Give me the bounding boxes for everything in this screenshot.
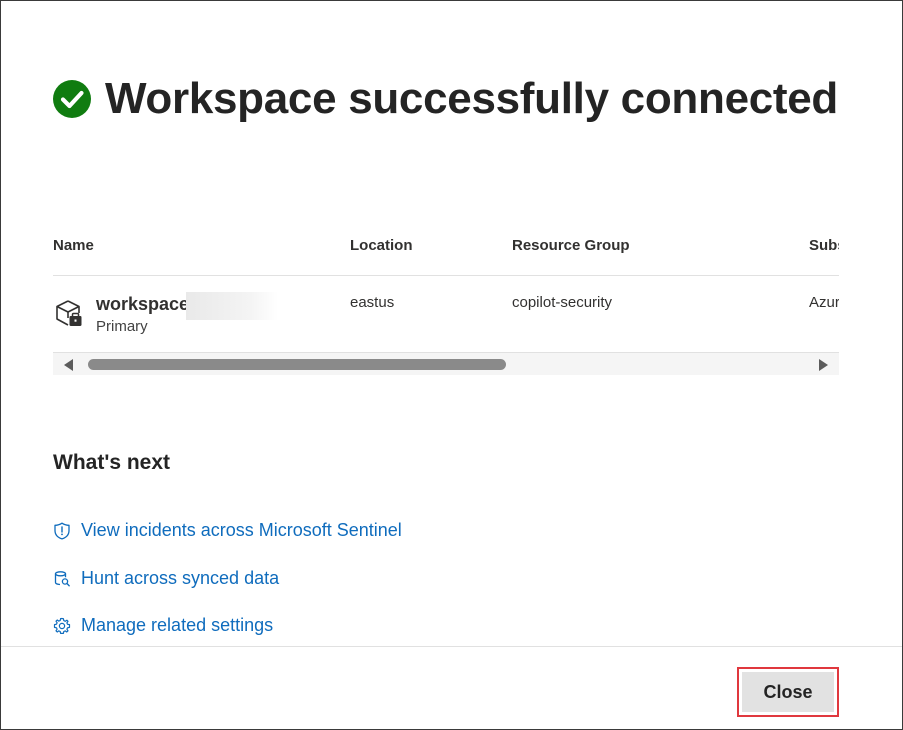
database-search-icon bbox=[54, 570, 70, 587]
shield-icon bbox=[54, 522, 70, 540]
view-incidents-label: View incidents across Microsoft Sentinel bbox=[81, 520, 402, 540]
cell-resource-group: copilot-security bbox=[512, 294, 613, 311]
close-button-highlight: Close bbox=[737, 667, 839, 717]
hunt-synced-data-label: Hunt across synced data bbox=[81, 568, 280, 588]
whats-next-heading: What's next bbox=[53, 451, 171, 474]
close-button[interactable]: Close bbox=[742, 672, 834, 712]
cell-subscription: Azur bbox=[809, 294, 839, 311]
column-header-location[interactable]: Location bbox=[350, 237, 413, 254]
cell-location: eastus bbox=[350, 294, 395, 311]
view-incidents-link[interactable]: View incidents across Microsoft Sentinel bbox=[53, 520, 402, 541]
table-header-row: Name Location Resource Group Subs bbox=[53, 229, 839, 276]
table-row[interactable]: workspace Primary eastus copilot-securit… bbox=[53, 276, 839, 353]
dialog-title: Workspace successfully connected bbox=[105, 74, 839, 123]
workspace-table: Name Location Resource Group Subs worksp… bbox=[53, 229, 839, 377]
manage-settings-link[interactable]: Manage related settings bbox=[53, 615, 273, 636]
column-header-resource-group[interactable]: Resource Group bbox=[512, 237, 630, 254]
dialog-header: Workspace successfully connected bbox=[53, 73, 838, 125]
workspace-role: Primary bbox=[96, 318, 148, 335]
hunt-synced-data-link[interactable]: Hunt across synced data bbox=[53, 568, 279, 589]
column-header-subscription[interactable]: Subs bbox=[809, 237, 839, 254]
workspace-name: workspace bbox=[96, 294, 190, 314]
footer-divider bbox=[1, 646, 902, 647]
gear-icon bbox=[53, 617, 71, 634]
scroll-right-arrow-icon[interactable] bbox=[819, 359, 828, 371]
connection-dialog: Workspace successfully connected Name Lo… bbox=[0, 0, 903, 730]
scroll-left-arrow-icon[interactable] bbox=[64, 359, 73, 371]
redacted-name-overlay bbox=[186, 292, 278, 320]
horizontal-scrollbar[interactable] bbox=[53, 353, 839, 375]
manage-settings-label: Manage related settings bbox=[81, 615, 274, 635]
check-circle-icon bbox=[53, 80, 91, 118]
workspace-package-icon bbox=[56, 300, 82, 326]
scrollbar-thumb[interactable] bbox=[88, 359, 506, 370]
column-header-name[interactable]: Name bbox=[53, 237, 94, 254]
